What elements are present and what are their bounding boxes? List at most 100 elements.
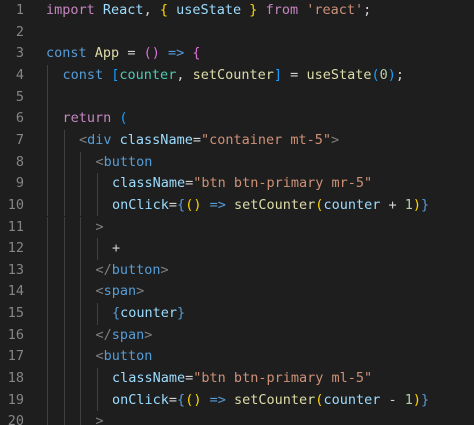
indent-guide bbox=[63, 216, 65, 239]
code-line[interactable]: 3 const App = () => { bbox=[0, 43, 474, 65]
code-token: > bbox=[95, 413, 104, 425]
code-token: } bbox=[421, 196, 430, 213]
code-line[interactable]: 10 onClick={() => setCounter(counter + 1)… bbox=[0, 194, 474, 217]
indent-guide bbox=[80, 259, 81, 282]
indent-guide bbox=[63, 129, 65, 152]
code-token: > bbox=[144, 326, 153, 343]
code-token: ( bbox=[119, 110, 128, 127]
line-number: 13 bbox=[7, 261, 24, 278]
code-token: return bbox=[62, 110, 112, 127]
indent-guide bbox=[63, 368, 65, 390]
code-line[interactable]: 11 > bbox=[0, 216, 474, 239]
code-line[interactable]: 2 bbox=[0, 22, 474, 44]
code-token: setCounter bbox=[192, 66, 274, 83]
line-number: 20 bbox=[7, 413, 24, 425]
indent-guide bbox=[63, 324, 65, 347]
code-line[interactable]: 6 return ( bbox=[0, 108, 474, 130]
code-line[interactable]: 19 onClick={() => setCounter(counter - 1)… bbox=[0, 389, 474, 412]
code-token: ] bbox=[273, 66, 283, 83]
code-token: App bbox=[94, 45, 120, 62]
indent-guide bbox=[80, 151, 81, 174]
code-token: > bbox=[95, 218, 104, 235]
code-token: className bbox=[119, 131, 193, 148]
code-token: > bbox=[331, 131, 340, 148]
line-number: 9 bbox=[15, 175, 24, 192]
line-number: 2 bbox=[15, 23, 24, 40]
code-line[interactable]: 18 className="btn btn-primary ml-5" bbox=[0, 368, 474, 390]
code-token: => bbox=[209, 196, 226, 213]
indent-guide bbox=[47, 303, 48, 325]
code-token: { bbox=[112, 305, 121, 322]
code-line[interactable]: 13 </button> bbox=[0, 259, 474, 282]
indent-guide bbox=[96, 303, 98, 325]
indent-guide bbox=[96, 173, 98, 195]
indent-guide bbox=[80, 346, 81, 369]
code-token: ; bbox=[363, 2, 372, 18]
code-line[interactable]: 12 + bbox=[0, 238, 474, 260]
code-line[interactable]: 14 <span> bbox=[0, 281, 474, 304]
line-code: return ( bbox=[63, 108, 128, 130]
code-line[interactable]: 20 > bbox=[0, 411, 474, 425]
code-line[interactable]: 15 {counter} bbox=[0, 303, 474, 325]
indent-guide bbox=[47, 108, 48, 130]
code-token: useState bbox=[176, 2, 242, 18]
line-number: 8 bbox=[15, 153, 24, 170]
code-token: const bbox=[62, 66, 104, 83]
indent-guide bbox=[80, 389, 81, 412]
code-token: div bbox=[87, 131, 112, 148]
code-token: = bbox=[168, 196, 178, 213]
code-token: + bbox=[112, 240, 121, 257]
code-token: ; bbox=[395, 66, 405, 83]
code-token: counter bbox=[323, 391, 381, 408]
code-token: "container mt-5" bbox=[200, 131, 332, 148]
indent-guide bbox=[47, 259, 48, 282]
code-token: button bbox=[103, 348, 153, 365]
line-code: > bbox=[96, 217, 104, 239]
code-token: + bbox=[388, 196, 397, 213]
code-line[interactable]: 7 <div className="container mt-5"> bbox=[0, 129, 474, 152]
line-code: className="btn btn-primary mr-5" bbox=[112, 173, 372, 195]
code-line[interactable]: 17 <button bbox=[0, 346, 474, 369]
line-number: 11 bbox=[7, 218, 24, 235]
line-code: const [counter, setCounter] = useState(0… bbox=[63, 65, 405, 87]
code-token: , bbox=[143, 2, 160, 18]
code-token: - bbox=[388, 391, 397, 408]
code-line[interactable]: 1 import React, { useState } from 'react'… bbox=[0, 0, 474, 22]
indent-guide bbox=[63, 281, 65, 304]
indent-guide bbox=[47, 129, 48, 152]
indent-guide bbox=[47, 194, 48, 217]
line-number: 6 bbox=[15, 110, 24, 127]
line-number: 5 bbox=[15, 88, 24, 105]
indent-guide bbox=[96, 238, 98, 260]
code-line[interactable]: 9 className="btn btn-primary mr-5" bbox=[0, 173, 474, 195]
code-token: ) bbox=[151, 45, 160, 62]
code-editor[interactable]: 1 import React, { useState } from 'react'… bbox=[0, 0, 474, 425]
code-token: useState bbox=[306, 66, 372, 83]
code-token: 'react' bbox=[306, 2, 364, 18]
indent-guide bbox=[63, 259, 65, 282]
indent-guide bbox=[63, 411, 65, 425]
code-line[interactable]: 4 const [counter, setCounter] = useState(… bbox=[0, 64, 474, 87]
indent-guide bbox=[96, 389, 98, 412]
code-line[interactable]: 16 </span> bbox=[0, 324, 474, 347]
indent-guide bbox=[63, 151, 65, 174]
code-token: = bbox=[192, 131, 201, 148]
code-token: </ bbox=[95, 326, 112, 343]
indent-guide bbox=[47, 151, 48, 174]
line-number: 16 bbox=[7, 326, 24, 343]
code-token: { bbox=[192, 45, 201, 62]
code-token: className bbox=[112, 175, 186, 192]
code-token: < bbox=[95, 153, 104, 170]
line-code: + bbox=[112, 238, 120, 260]
line-code: {counter} bbox=[112, 303, 185, 325]
code-token: < bbox=[95, 348, 104, 365]
code-token: < bbox=[79, 131, 88, 148]
indent-guide bbox=[63, 389, 65, 412]
code-line[interactable]: 8 <button bbox=[0, 151, 474, 174]
code-token: onClick bbox=[112, 391, 169, 408]
code-line[interactable]: 5 bbox=[0, 86, 474, 109]
